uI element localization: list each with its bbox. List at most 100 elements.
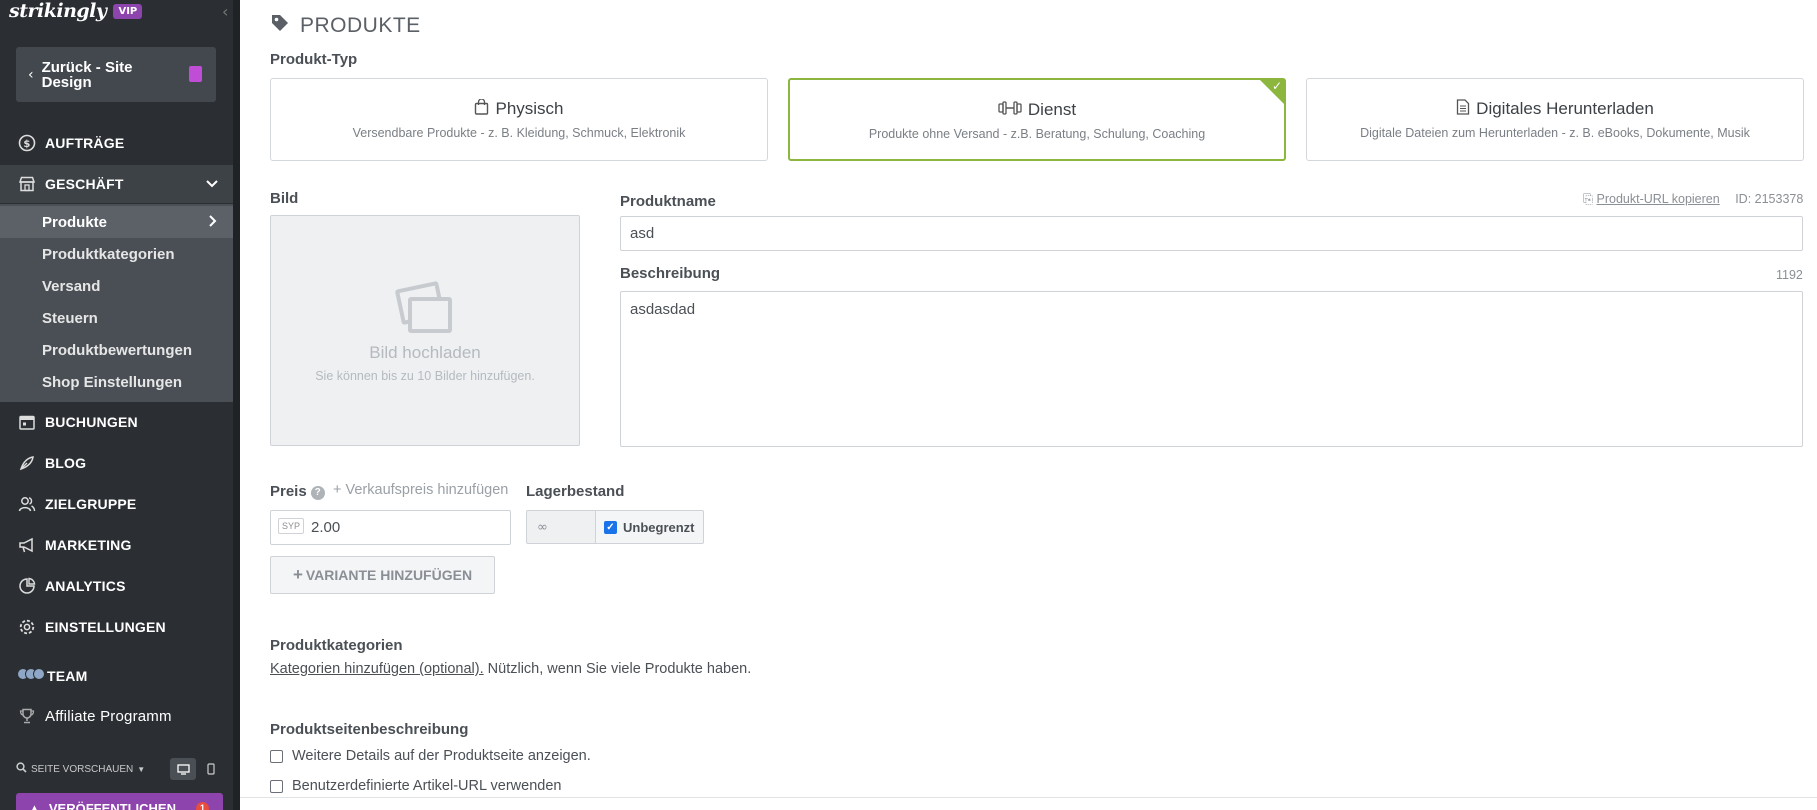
price-label-text: Preis — [270, 483, 307, 500]
search-icon — [16, 762, 27, 776]
product-name-label: Produktname — [620, 193, 716, 210]
sub-item-label: Produktbewertungen — [42, 341, 193, 359]
product-id: ID: 2153378 — [1735, 192, 1804, 206]
sidebar-item-produkte[interactable]: Produkte — [0, 206, 233, 238]
plus-icon: + — [292, 565, 303, 584]
nav-item-analytics[interactable]: ANALYTICS — [0, 567, 233, 605]
vip-badge: VIP — [113, 3, 143, 19]
back-to-site-design-button[interactable]: ‹ Zurück - Site Design — [16, 47, 216, 102]
show-details-option[interactable]: Weitere Details auf der Produktseite anz… — [270, 748, 591, 764]
sidebar-item-versand[interactable]: Versand — [0, 270, 233, 302]
shopping-bag-icon — [474, 98, 489, 119]
back-button-label: Zurück - Site Design — [41, 58, 133, 91]
type-description: Versendbare Produkte - z. B. Kleidung, S… — [352, 126, 686, 140]
description-textarea[interactable]: asdasdad — [620, 291, 1803, 447]
type-title: Physisch — [495, 99, 564, 118]
add-categories-link[interactable]: Kategorien hinzufügen (optional). — [270, 661, 484, 677]
image-upload-hint: Sie können bis zu 10 Bilder hinzufügen. — [315, 369, 535, 383]
page-header: PRODUKTE — [270, 13, 421, 38]
show-details-label: Weitere Details auf der Produktseite anz… — [292, 748, 591, 764]
currency-tag: SYP — [278, 518, 305, 534]
preview-site-link[interactable]: SEITE VORSCHAUEN — [31, 764, 133, 775]
nav-item-blog[interactable]: BLOG — [0, 444, 233, 482]
categories-label: Produktkategorien — [270, 637, 403, 654]
type-description: Produkte ohne Versand - z.B. Beratung, S… — [868, 127, 1206, 141]
publish-label: VERÖFFENTLICHEN — [48, 800, 176, 810]
audience-icon — [17, 495, 36, 514]
bottom-divider — [240, 797, 1817, 798]
type-title: Dienst — [1027, 100, 1077, 119]
type-card-dienst[interactable]: Dienst Produkte ohne Versand - z.B. Bera… — [788, 78, 1286, 161]
dumbbell-icon — [998, 101, 1022, 119]
nav-label: MARKETING — [45, 537, 132, 553]
document-icon — [1456, 99, 1470, 119]
chevron-left-icon: ‹ — [28, 66, 34, 83]
add-variant-button[interactable]: + VARIANTE HINZUFÜGEN — [270, 556, 495, 594]
custom-url-checkbox[interactable] — [270, 779, 283, 793]
sub-item-label: Versand — [42, 277, 101, 295]
custom-url-option[interactable]: Benutzerdefinierte Artikel-URL verwenden — [270, 778, 561, 794]
price-input[interactable]: SYP 2.00 — [270, 510, 511, 545]
stock-label: Lagerbestand — [526, 483, 625, 500]
gear-icon — [17, 618, 36, 637]
strikingly-logo: strikingly — [9, 0, 107, 22]
sidebar: strikingly VIP ‹ ‹ Zurück - Site Design … — [0, 0, 233, 810]
type-title: Digitales Herunterladen — [1476, 99, 1654, 118]
sub-item-label: Produkte — [42, 213, 108, 231]
collapse-sidebar-icon[interactable]: ‹ — [222, 2, 228, 21]
type-card-digitales-herunterladen[interactable]: Digitales Herunterladen Digitale Dateien… — [1306, 78, 1804, 161]
sidebar-item-produktbewertungen[interactable]: Produktbewertungen — [0, 334, 233, 366]
type-card-physisch[interactable]: Physisch Versendbare Produkte - z. B. Kl… — [270, 78, 768, 161]
desktop-preview-icon[interactable] — [170, 758, 196, 780]
nav-item-affiliate-programm[interactable]: Affiliate Programm — [0, 697, 233, 735]
copy-product-url-link[interactable]: Produkt-URL kopieren — [1597, 192, 1720, 206]
add-variant-label: VARIANTE HINZUFÜGEN — [305, 567, 473, 583]
price-label: Preis? — [270, 483, 325, 500]
publish-badge: 1 — [196, 802, 209, 810]
rocket-icon: ▲ — [28, 800, 41, 810]
nav-item-zielgruppe[interactable]: ZIELGRUPPE — [0, 485, 233, 523]
nav-item-geschaeft[interactable]: GESCHÄFT — [0, 165, 233, 203]
unlimited-checkbox[interactable]: ✓ — [604, 520, 617, 534]
sub-item-label: Steuern — [42, 309, 98, 327]
product-name-input[interactable]: asd — [620, 216, 1803, 251]
nav-item-team[interactable]: TEAM — [0, 657, 233, 695]
unlimited-toggle[interactable]: ✓ Unbegrenzt — [595, 510, 704, 544]
copy-url-row: ⎘ Produkt-URL kopieren ID: 2153378 — [1583, 192, 1803, 207]
calendar-icon — [17, 413, 36, 432]
unlimited-label: Unbegrenzt — [623, 519, 695, 535]
pen-icon — [17, 454, 36, 473]
nav-label: ANALYTICS — [45, 578, 126, 594]
stock-input[interactable]: ∞ — [526, 510, 596, 544]
nav-item-einstellungen[interactable]: EINSTELLUNGEN — [0, 608, 233, 646]
nav-label: BUCHUNGEN — [45, 414, 138, 430]
nav-label: AUFTRÄGE — [45, 135, 125, 151]
categories-row: Kategorien hinzufügen (optional). Nützli… — [270, 661, 751, 677]
image-label: Bild — [270, 190, 299, 207]
help-icon[interactable]: ? — [310, 486, 325, 500]
page-title: PRODUKTE — [300, 13, 421, 37]
sidebar-item-steuern[interactable]: Steuern — [0, 302, 233, 334]
sidebar-item-shop-einstellungen[interactable]: Shop Einstellungen — [0, 366, 233, 398]
sidebar-item-produktkategorien[interactable]: Produktkategorien — [0, 238, 233, 270]
add-sale-price-link[interactable]: + Verkaufspreis hinzufügen — [333, 482, 508, 498]
trophy-icon — [17, 707, 36, 726]
checkmark-icon: ✓ — [1271, 79, 1282, 93]
nav-item-marketing[interactable]: MARKETING — [0, 526, 233, 564]
nav-item-buchungen[interactable]: BUCHUNGEN — [0, 403, 233, 441]
tag-icon — [270, 13, 290, 38]
publish-button[interactable]: ▲ VERÖFFENTLICHEN 1 — [16, 793, 223, 810]
brand[interactable]: strikingly VIP — [9, 0, 143, 22]
show-details-checkbox[interactable] — [270, 749, 283, 763]
team-avatars-icon — [17, 668, 45, 684]
mobile-preview-icon[interactable] — [198, 758, 224, 780]
nav-label: TEAM — [47, 668, 88, 684]
dollar-circle-icon: $ — [17, 134, 36, 153]
image-upload-area[interactable]: Bild hochladen Sie können bis zu 10 Bild… — [270, 215, 580, 446]
page-icon — [189, 66, 202, 82]
sidebar-scrollbar[interactable] — [233, 0, 240, 810]
nav-label: ZIELGRUPPE — [45, 496, 137, 512]
nav-item-auftraege[interactable]: $ AUFTRÄGE — [0, 124, 233, 162]
description-char-count: 1192 — [1776, 268, 1803, 282]
shop-submenu: Produkte Produktkategorien Versand Steue… — [0, 204, 233, 402]
